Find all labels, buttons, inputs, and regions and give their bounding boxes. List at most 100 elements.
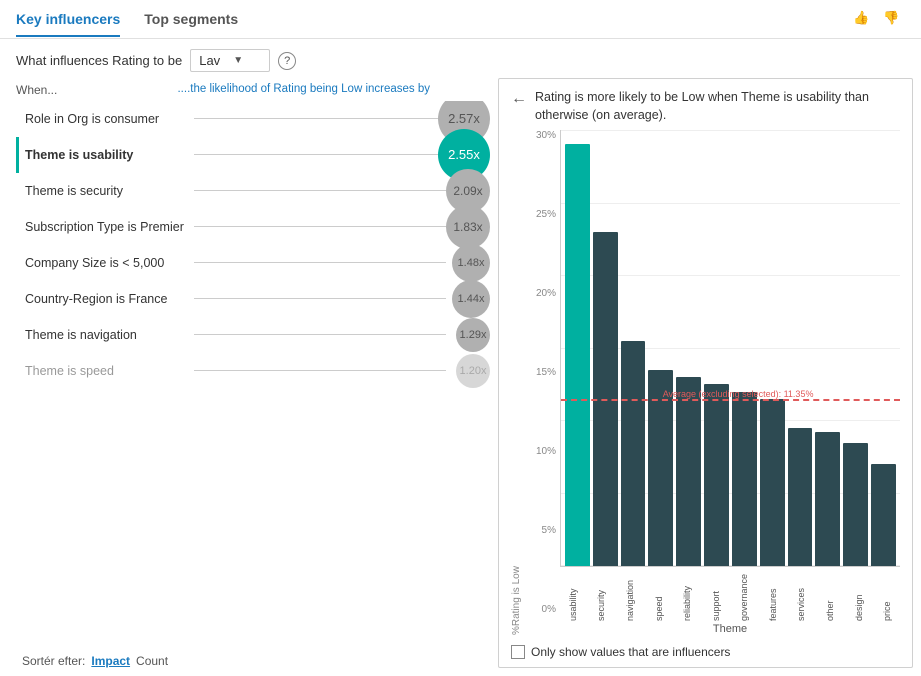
influencer-label: Theme is speed (19, 364, 194, 378)
bar-line (194, 334, 446, 335)
filter-dropdown[interactable]: Lav ▼ (190, 49, 270, 72)
circle-badge: 1.20x (456, 354, 490, 388)
y-axis-tick: 10% (524, 446, 556, 457)
back-arrow-icon[interactable]: ← (511, 90, 527, 108)
tabs-bar: Key influencers Top segments 👍 👎 (0, 0, 921, 39)
bar-line (194, 190, 446, 191)
y-axis-tick: 30% (524, 130, 556, 141)
influencer-label: Theme is security (19, 184, 194, 198)
bar-rect[interactable] (760, 399, 785, 566)
influencer-item[interactable]: Theme is navigation1.29x (16, 317, 490, 353)
bar-container: 2.09x (194, 179, 490, 203)
y-axis-tick: 5% (524, 525, 556, 536)
bar-rect[interactable] (732, 392, 757, 566)
bar-col (676, 130, 701, 566)
influencer-item[interactable]: Role in Org is consumer2.57x (16, 101, 490, 137)
x-label-col: security (589, 569, 615, 621)
influencer-item[interactable]: Subscription Type is Premier1.83x (16, 209, 490, 245)
x-axis-tick-label: support (711, 569, 721, 621)
bar-rect[interactable] (565, 144, 590, 566)
x-label-col: support (703, 569, 729, 621)
bar-container: 1.29x (194, 323, 490, 347)
bar-rect[interactable] (704, 384, 729, 566)
x-axis-tick-label: reliability (682, 569, 692, 621)
help-icon[interactable]: ? (278, 52, 296, 70)
x-label-col: governance (731, 569, 757, 621)
x-axis-tick-label: speed (654, 569, 664, 621)
left-panel: When... ....the likelihood of Rating bei… (0, 78, 490, 676)
only-influencers-checkbox[interactable] (511, 645, 525, 659)
x-axis-tick-label: security (596, 569, 606, 621)
tabs-left: Key influencers Top segments (16, 11, 238, 37)
x-label-col: features (760, 569, 786, 621)
bar-line (194, 226, 446, 227)
bar-line (194, 118, 446, 119)
bar-line (194, 262, 446, 263)
filter-bar: What influences Rating to be Lav ▼ ? (0, 39, 921, 78)
x-axis-tick-label: other (825, 569, 835, 621)
bar-rect[interactable] (648, 370, 673, 566)
bar-line (194, 298, 446, 299)
bar-col (788, 130, 813, 566)
bar-col (732, 130, 757, 566)
content-area: When... ....the likelihood of Rating bei… (0, 78, 921, 676)
bar-rect[interactable] (871, 464, 896, 566)
influencer-label: Role in Org is consumer (19, 112, 194, 126)
only-influencers-label: Only show values that are influencers (531, 645, 730, 659)
thumbs-down-icon[interactable]: 👎 (883, 10, 905, 32)
circle-badge: 1.48x (452, 244, 490, 282)
circle-badge: 1.44x (452, 280, 490, 318)
x-axis-title: Theme (560, 623, 900, 635)
bar-line (194, 154, 446, 155)
x-axis-tick-label: navigation (625, 569, 635, 621)
chevron-down-icon: ▼ (233, 55, 261, 66)
influencer-label: Company Size is < 5,000 (19, 256, 194, 270)
x-axis-tick-label: design (854, 569, 864, 621)
sort-impact-link[interactable]: Impact (91, 654, 130, 668)
x-label-col: services (789, 569, 815, 621)
filter-prefix-label: What influences Rating to be (16, 53, 182, 68)
likelihood-header: ....the likelihood of Rating being Low i… (177, 82, 430, 97)
y-axis-tick: 15% (524, 367, 556, 378)
y-axis-label: %Rating is Low (511, 130, 522, 635)
column-headers: When... ....the likelihood of Rating bei… (16, 78, 490, 101)
influencer-item[interactable]: Theme is security2.09x (16, 173, 490, 209)
bar-rect[interactable] (621, 341, 646, 566)
tab-top-segments[interactable]: Top segments (144, 11, 238, 37)
thumbs-up-icon[interactable]: 👍 (853, 10, 875, 32)
influencer-item[interactable]: Company Size is < 5,0001.48x (16, 245, 490, 281)
only-influencers-checkbox-wrap[interactable]: Only show values that are influencers (511, 645, 730, 659)
bar-rect[interactable] (676, 377, 701, 566)
sort-count-label: Count (136, 654, 168, 668)
bar-col (621, 130, 646, 566)
influencer-label: Subscription Type is Premier (19, 220, 194, 234)
x-label-col: price (874, 569, 900, 621)
bar-line (194, 370, 446, 371)
bar-container: 1.48x (194, 251, 490, 275)
x-axis-tick-label: usability (568, 569, 578, 621)
bar-rect[interactable] (593, 232, 618, 566)
bar-container: 1.20x (194, 359, 490, 383)
bar-container: 2.57x (194, 107, 490, 131)
influencer-item[interactable]: Theme is speed1.20x (16, 353, 490, 389)
x-label-col: reliability (674, 569, 700, 621)
x-label-col: other (817, 569, 843, 621)
influencer-item[interactable]: Country-Region is France1.44x (16, 281, 490, 317)
x-label-col: navigation (617, 569, 643, 621)
bar-rect[interactable] (815, 432, 840, 566)
bar-rect[interactable] (788, 428, 813, 566)
influencer-label: Country-Region is France (19, 292, 194, 306)
bar-col (815, 130, 840, 566)
when-header: When... (16, 83, 57, 97)
filter-value: Lav (199, 53, 227, 68)
tab-key-influencers[interactable]: Key influencers (16, 11, 120, 37)
y-axis-tick: 25% (524, 209, 556, 220)
sort-prefix-label: Sortér efter: (22, 654, 85, 668)
bar-rect[interactable] (843, 443, 868, 566)
chart-header: ← Rating is more likely to be Low when T… (511, 89, 900, 124)
influencer-item[interactable]: Theme is usability2.55x (16, 137, 490, 173)
sort-bar: Sortér efter: Impact Count (16, 648, 490, 676)
y-axis: 30%25%20%15%10%5%0% (524, 130, 560, 635)
bar-container: 1.44x (194, 287, 490, 311)
bars-area: Average (excluding selected): 11.35% (560, 130, 900, 567)
